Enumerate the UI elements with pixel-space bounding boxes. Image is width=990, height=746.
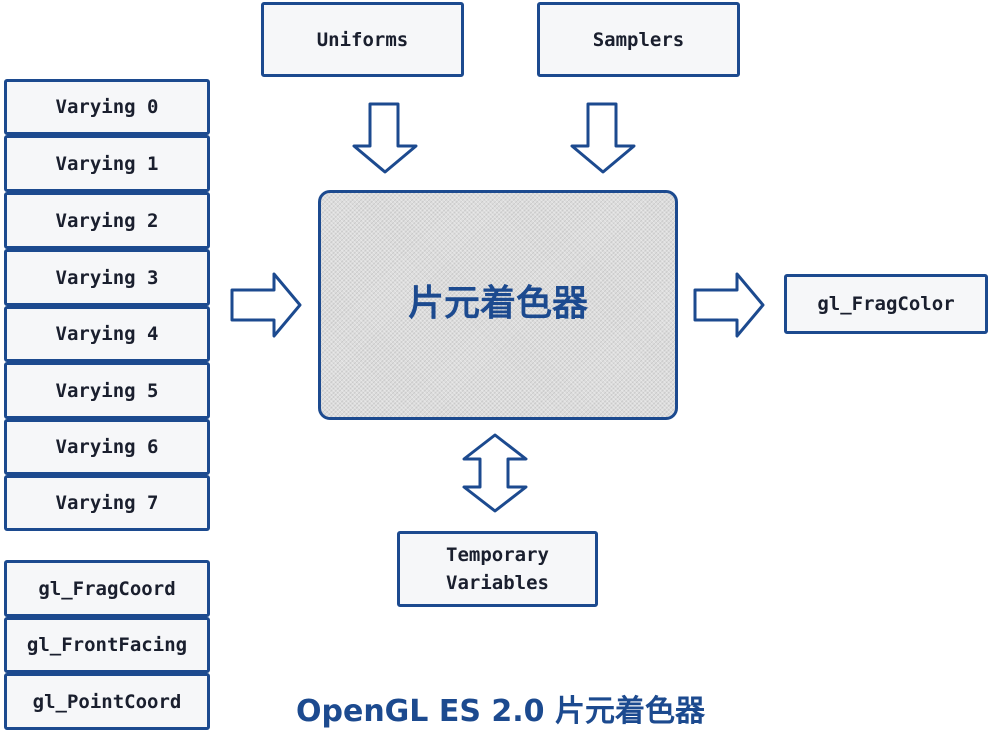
- output-right-arrow: [693, 272, 765, 338]
- varying-2-label: Varying 2: [55, 209, 159, 232]
- gl-fragcolor-box: gl_FragColor: [784, 274, 988, 334]
- gl-fragcolor-label: gl_FragColor: [817, 293, 955, 315]
- temporary-bidirectional-arrow: [462, 433, 528, 513]
- varying-3-label: Varying 3: [55, 266, 159, 289]
- varying-0-label: Varying 0: [55, 96, 159, 118]
- varyings-right-arrow: [230, 272, 302, 338]
- fragment-shader-diagram: Uniforms Samplers Varying 0 Varying 1 Va…: [0, 0, 990, 746]
- uniforms-label: Uniforms: [316, 28, 409, 51]
- temporary-label-line1: Temporary: [446, 544, 549, 566]
- varying-7-label: Varying 7: [55, 492, 159, 514]
- varying-4-box: Varying 4: [4, 306, 210, 362]
- samplers-down-arrow: [570, 102, 636, 174]
- varying-5-box: Varying 5: [4, 362, 210, 419]
- varying-6-label: Varying 6: [55, 436, 159, 458]
- varying-3-box: Varying 3: [4, 249, 210, 306]
- varying-6-box: Varying 6: [4, 419, 210, 475]
- varying-4-label: Varying 4: [55, 323, 159, 345]
- varying-0-box: Varying 0: [4, 79, 210, 135]
- temporary-label-line2: Variables: [446, 572, 549, 594]
- temporary-variables-box: Temporary Variables: [397, 531, 598, 607]
- uniforms-down-arrow: [352, 102, 418, 174]
- uniforms-box: Uniforms: [261, 2, 464, 77]
- varying-2-box: Varying 2: [4, 192, 210, 249]
- samplers-label: Samplers: [592, 28, 685, 51]
- samplers-box: Samplers: [537, 2, 740, 77]
- fragment-shader-block: 片元着色器: [318, 190, 678, 420]
- varying-5-label: Varying 5: [55, 379, 159, 402]
- gl-pointcoord-box: gl_PointCoord: [4, 673, 210, 730]
- gl-frontfacing-label: gl_FrontFacing: [26, 634, 188, 656]
- gl-frontfacing-box: gl_FrontFacing: [4, 617, 210, 673]
- gl-fragcoord-box: gl_FragCoord: [4, 560, 210, 617]
- diagram-caption: OpenGL ES 2.0 片元着色器: [296, 694, 705, 729]
- varying-1-label: Varying 1: [55, 152, 159, 175]
- gl-pointcoord-label: gl_PointCoord: [32, 690, 182, 713]
- varying-1-box: Varying 1: [4, 135, 210, 192]
- fragment-shader-label: 片元着色器: [407, 283, 588, 324]
- varying-7-box: Varying 7: [4, 475, 210, 531]
- gl-fragcoord-label: gl_FragCoord: [38, 577, 176, 600]
